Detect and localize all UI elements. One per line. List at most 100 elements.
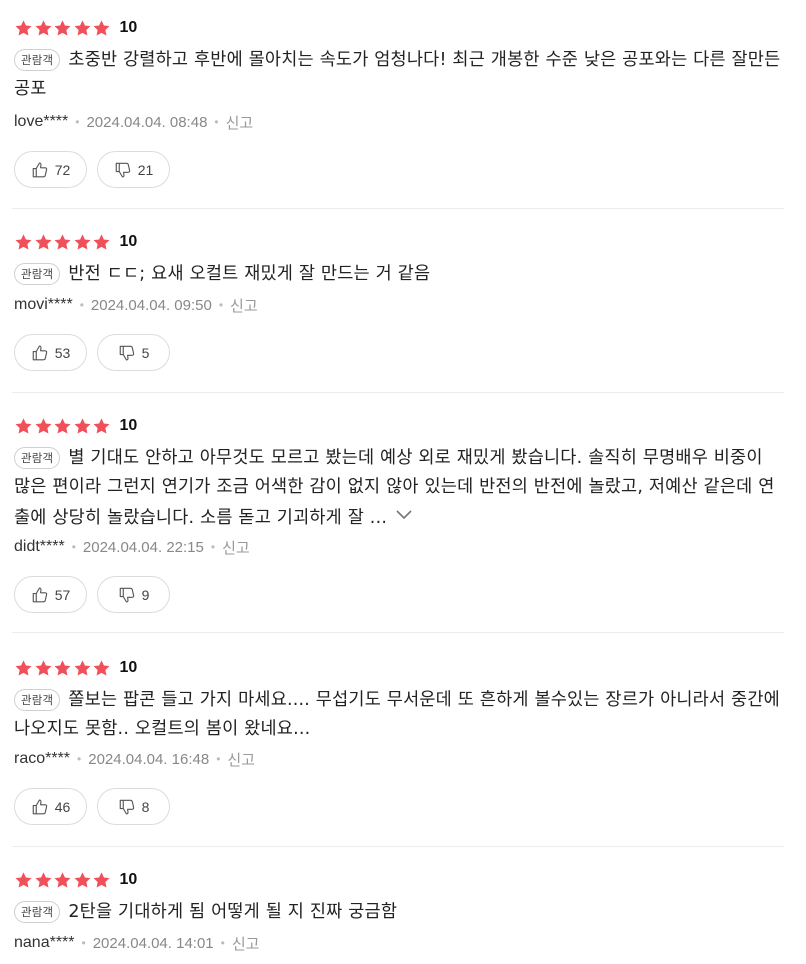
report-link[interactable]: 신고 <box>226 112 254 133</box>
chevron-down-icon[interactable] <box>395 502 413 520</box>
star-icon <box>34 871 53 890</box>
like-count: 46 <box>54 798 71 815</box>
star-icon <box>34 659 53 678</box>
separator-dot: • <box>210 540 216 554</box>
star-icon <box>53 659 72 678</box>
review-item: 10 관람객 2탄을 기대하게 됨 어떻게 될 지 진짜 궁금함 nana****… <box>0 869 786 964</box>
star-icon <box>92 233 111 252</box>
like-button[interactable]: 46 <box>14 788 87 825</box>
star-icon <box>34 233 53 252</box>
review-text: 쫄보는 팝콘 들고 가지 마세요.... 무섭기도 무서운데 또 흔하게 볼수있… <box>14 690 780 739</box>
separator-dot: • <box>71 540 76 554</box>
vote-buttons: 53 5 <box>14 334 180 371</box>
star-icon <box>14 659 33 678</box>
review-item: 10 관람객 초중반 강렬하고 후반에 몰아치는 속도가 엄청나다! 최근 개봉한… <box>0 17 786 192</box>
separator-dot: • <box>81 936 86 950</box>
rating: 10 <box>14 231 137 253</box>
star-icon <box>92 19 111 38</box>
separator-dot: • <box>214 115 219 129</box>
review-item: 10 관람객 반전 ㄷㄷ; 요새 오컬트 재밌게 잘 만드는 거 같음 movi*… <box>0 231 786 376</box>
review-date: 2024.04.04. 08:48 <box>86 113 208 131</box>
star-icon <box>73 871 92 890</box>
thumbs-down-icon <box>114 161 132 179</box>
review-meta: movi**** • 2024.04.04. 09:50 • 신고 <box>14 295 258 315</box>
vote-buttons: 57 9 <box>14 576 180 613</box>
separator-dot: • <box>75 115 80 129</box>
viewer-badge: 관람객 <box>14 447 61 469</box>
report-link[interactable]: 신고 <box>230 295 258 316</box>
viewer-badge: 관람객 <box>14 689 61 711</box>
separator-dot: • <box>79 298 84 312</box>
review-meta: didt**** • 2024.04.04. 22:15 • 신고 <box>14 537 250 557</box>
user-id: love**** <box>14 113 69 130</box>
dislike-count: 5 <box>141 344 150 361</box>
dislike-count: 9 <box>141 586 150 603</box>
thumbs-down-icon <box>118 344 136 362</box>
divider <box>12 632 784 633</box>
vote-buttons: 72 21 <box>14 151 180 188</box>
star-icon <box>73 233 92 252</box>
thumbs-up-icon <box>31 161 49 179</box>
review-date: 2024.04.04. 16:48 <box>88 750 210 768</box>
star-icon <box>14 19 33 38</box>
review-meta: love**** • 2024.04.04. 08:48 • 신고 <box>14 112 253 132</box>
rating: 10 <box>14 415 137 437</box>
rating: 10 <box>14 869 137 891</box>
star-icon <box>53 417 72 436</box>
star-icon <box>53 871 72 890</box>
star-icon <box>73 417 92 436</box>
user-id: raco**** <box>14 750 71 767</box>
review-body: 관람객 반전 ㄷㄷ; 요새 오컬트 재밌게 잘 만드는 거 같음 <box>14 260 782 289</box>
star-rating <box>14 417 112 436</box>
star-icon <box>34 19 53 38</box>
thumbs-up-icon <box>31 798 49 816</box>
thumbs-up-icon <box>31 344 49 362</box>
star-icon <box>14 233 33 252</box>
like-count: 57 <box>54 586 71 603</box>
report-link[interactable]: 신고 <box>227 749 255 770</box>
star-rating <box>14 659 112 678</box>
review-text: 반전 ㄷㄷ; 요새 오컬트 재밌게 잘 만드는 거 같음 <box>68 264 431 284</box>
rating-score: 10 <box>119 19 138 36</box>
review-date: 2024.04.04. 14:01 <box>92 934 214 952</box>
star-icon <box>53 233 72 252</box>
review-meta: raco**** • 2024.04.04. 16:48 • 신고 <box>14 749 255 769</box>
user-id: nana**** <box>14 934 75 951</box>
like-button[interactable]: 57 <box>14 576 87 613</box>
dislike-button[interactable]: 5 <box>97 334 170 371</box>
review-text: 초중반 강렬하고 후반에 몰아치는 속도가 엄청나다! 최근 개봉한 수준 낮은… <box>14 50 781 99</box>
like-button[interactable]: 72 <box>14 151 87 188</box>
like-button[interactable]: 53 <box>14 334 87 371</box>
viewer-badge: 관람객 <box>14 263 61 285</box>
user-id: didt**** <box>14 538 65 555</box>
viewer-badge: 관람객 <box>14 901 61 923</box>
review-body: 관람객 별 기대도 안하고 아무것도 모르고 봤는데 예상 외로 재밌게 봤습니다… <box>14 444 782 533</box>
review-item: 10 관람객 쫄보는 팝콘 들고 가지 마세요.... 무섭기도 무서운데 또 흔… <box>0 657 786 832</box>
dislike-button[interactable]: 21 <box>97 151 170 188</box>
review-meta: nana**** • 2024.04.04. 14:01 • 신고 <box>14 933 259 953</box>
rating: 10 <box>14 657 137 679</box>
dislike-button[interactable]: 9 <box>97 576 170 613</box>
thumbs-up-icon <box>31 586 49 604</box>
separator-dot: • <box>218 298 224 312</box>
rating-score: 10 <box>119 659 138 676</box>
star-rating <box>14 19 112 38</box>
star-icon <box>14 871 33 890</box>
report-link[interactable]: 신고 <box>222 537 250 558</box>
like-count: 72 <box>54 161 71 178</box>
separator-dot: • <box>77 752 82 766</box>
vote-buttons: 46 8 <box>14 788 180 825</box>
star-icon <box>92 417 111 436</box>
dislike-count: 8 <box>141 798 150 815</box>
dislike-button[interactable]: 8 <box>97 788 170 825</box>
report-link[interactable]: 신고 <box>232 933 260 954</box>
star-rating <box>14 871 112 890</box>
review-body: 관람객 초중반 강렬하고 후반에 몰아치는 속도가 엄청나다! 최근 개봉한 수준… <box>14 46 782 104</box>
review-body: 관람객 2탄을 기대하게 됨 어떻게 될 지 진짜 궁금함 <box>14 898 782 927</box>
review-body: 관람객 쫄보는 팝콘 들고 가지 마세요.... 무섭기도 무서운데 또 흔하게 … <box>14 686 782 744</box>
rating-score: 10 <box>119 871 138 888</box>
star-icon <box>73 659 92 678</box>
divider <box>12 846 784 847</box>
star-icon <box>73 19 92 38</box>
user-id: movi**** <box>14 296 73 313</box>
